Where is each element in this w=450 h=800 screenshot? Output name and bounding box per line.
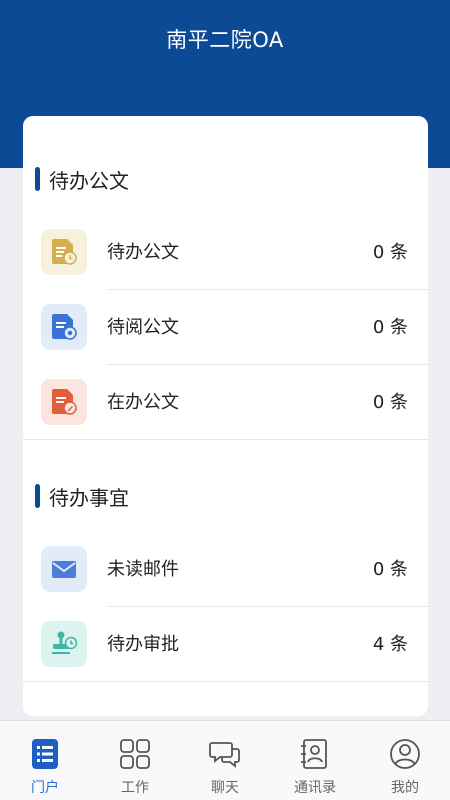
grid-icon [118, 737, 152, 771]
stamp-icon [41, 621, 87, 667]
divider [23, 681, 428, 682]
tab-me[interactable]: 我的 [360, 721, 450, 800]
mail-icon [41, 546, 87, 592]
bottom-tab-bar: 门户 工作 聊天 通讯录 我的 [0, 720, 450, 800]
profile-icon [388, 737, 422, 771]
doc-clock-icon [41, 229, 87, 275]
divider [23, 439, 428, 440]
list-item-unread-mail[interactable]: 未读邮件 0 条 [23, 532, 428, 607]
list-item-pending-docs[interactable]: 待办公文 0 条 [23, 215, 428, 290]
chat-icon [208, 737, 242, 771]
section-marker [35, 484, 40, 508]
doc-eye-icon [41, 304, 87, 350]
section-title-pending-matters: 待办事宜 [35, 481, 129, 511]
doc-edit-icon [41, 379, 87, 425]
contacts-icon [298, 737, 332, 771]
tab-portal[interactable]: 门户 [0, 721, 90, 800]
list-icon [28, 737, 62, 771]
section-title-pending-docs: 待办公文 [35, 164, 129, 194]
section-marker [35, 167, 40, 191]
page-title: 南平二院OA [166, 28, 284, 52]
tab-work[interactable]: 工作 [90, 721, 180, 800]
list-item-in-progress-docs[interactable]: 在办公文 0 条 [23, 365, 428, 440]
list-item-pending-approval[interactable]: 待办审批 4 条 [23, 607, 428, 682]
tab-chat[interactable]: 聊天 [180, 721, 270, 800]
content-card: 待办公文 待办公文 0 条 待阅公文 0 条 在办公文 0 条 待办事宜 未读邮… [23, 116, 428, 716]
list-item-to-read-docs[interactable]: 待阅公文 0 条 [23, 290, 428, 365]
tab-contacts[interactable]: 通讯录 [270, 721, 360, 800]
